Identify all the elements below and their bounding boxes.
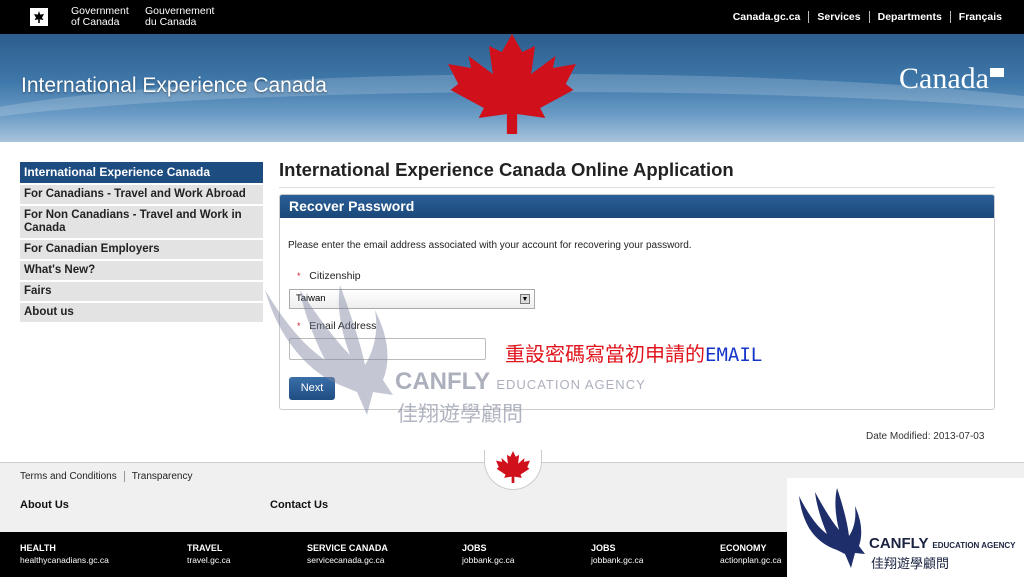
sidebar-item-iec[interactable]: International Experience Canada (20, 162, 263, 183)
footer-col-jobs-2[interactable]: JOBS jobbank.gc.ca (591, 543, 643, 565)
eagle-logo-icon (799, 488, 865, 568)
watermark-brand: CANFLY EDUCATION AGENCY (395, 368, 646, 395)
annotation-text: 重設密碼寫當初申請的EMAIL (505, 344, 763, 366)
date-modified: Date Modified: 2013-07-03 (866, 431, 985, 442)
sidebar-item-whats-new[interactable]: What's New? (20, 261, 263, 280)
canada-flag-icon (21, 8, 57, 26)
canfly-logo: CANFLY EDUCATION AGENCY 佳翔遊學顧問 (787, 478, 1024, 577)
logo-brand: CANFLY EDUCATION AGENCY (869, 535, 1016, 552)
logo-chinese-name: 佳翔遊學顧問 (871, 556, 950, 571)
sidebar-nav: International Experience Canada For Cana… (20, 162, 263, 324)
panel-heading: Recover Password (280, 195, 994, 218)
watermark-chinese-name: 佳翔遊學顧問 (397, 403, 523, 426)
sidebar-item-about-us[interactable]: About us (20, 303, 263, 322)
contact-us-heading[interactable]: Contact Us (270, 499, 328, 511)
canada-gc-ca-link[interactable]: Canada.gc.ca (725, 11, 809, 23)
sidebar-item-canadians-abroad[interactable]: For Canadians - Travel and Work Abroad (20, 185, 263, 204)
site-title[interactable]: International Experience Canada (21, 74, 327, 98)
footer-col-travel[interactable]: TRAVEL travel.gc.ca (187, 543, 230, 565)
government-top-bar: Government of Canada Gouvernement du Canad… (0, 0, 1024, 34)
canada-wordmark: Canada (899, 62, 1004, 96)
sidebar-item-employers[interactable]: For Canadian Employers (20, 240, 263, 259)
footer-col-economy[interactable]: ECONOMY actionplan.gc.ca (720, 543, 781, 565)
instructions-text: Please enter the email address associate… (288, 240, 692, 251)
about-us-heading[interactable]: About Us (20, 499, 69, 511)
title-divider (279, 187, 995, 188)
footer-links: Terms and Conditions Transparency (20, 471, 200, 482)
transparency-link[interactable]: Transparency (123, 471, 200, 482)
site-banner: International Experience Canada Canada (0, 34, 1024, 142)
departments-link[interactable]: Departments (868, 11, 950, 23)
gouvernement-du-canada-label[interactable]: Gouvernement du Canada (145, 6, 214, 28)
government-of-canada-label[interactable]: Government of Canada (71, 6, 129, 28)
footer-col-service-canada[interactable]: SERVICE CANADA servicecanada.gc.ca (307, 543, 388, 565)
services-link[interactable]: Services (808, 11, 868, 23)
francais-link[interactable]: Français (949, 11, 1010, 23)
sidebar-item-non-canadians[interactable]: For Non Canadians - Travel and Work in C… (20, 206, 263, 238)
terms-link[interactable]: Terms and Conditions (20, 471, 124, 482)
footer-col-jobs[interactable]: JOBS jobbank.gc.ca (462, 543, 514, 565)
page-title: International Experience Canada Online A… (279, 159, 734, 180)
top-links: Canada.gc.ca Services Departments França… (725, 11, 1010, 23)
sidebar-item-fairs[interactable]: Fairs (20, 282, 263, 301)
footer-col-health[interactable]: HEALTH healthycanadians.gc.ca (20, 543, 109, 565)
